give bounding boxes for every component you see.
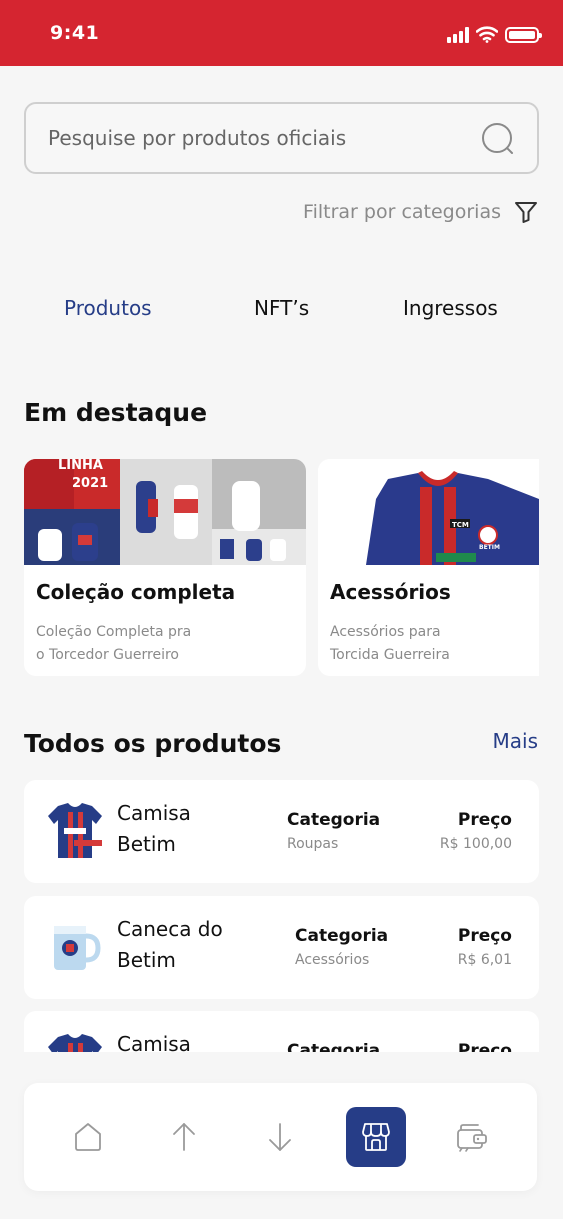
product-list[interactable]: Camisa Betim Categoria Roupas Preço R$ 1… bbox=[0, 780, 563, 1052]
price-value: R$ 6,01 bbox=[457, 952, 512, 968]
featured-card-colecao[interactable]: LINHA 2021 Coleção completa Coleção Comp… bbox=[24, 459, 306, 676]
status-icons bbox=[447, 26, 542, 43]
nav-wallet[interactable] bbox=[442, 1107, 502, 1167]
all-products-title: Todos os produtos bbox=[24, 729, 282, 758]
price-value: R$ 100,00 bbox=[439, 836, 512, 852]
more-link[interactable]: Mais bbox=[493, 729, 539, 753]
search-input[interactable] bbox=[48, 104, 468, 172]
banner-linha-text: LINHA bbox=[58, 459, 103, 473]
featured-card-desc: Coleção Completa pra o Torcedor Guerreir… bbox=[36, 621, 191, 667]
nav-home[interactable] bbox=[58, 1107, 118, 1167]
tab-nfts[interactable]: NFT’s bbox=[254, 296, 309, 320]
nav-send[interactable] bbox=[154, 1107, 214, 1167]
product-name: Caneca do Betim bbox=[117, 914, 267, 976]
product-row[interactable]: Camisa Categoria Preço bbox=[24, 1011, 539, 1052]
nav-receive[interactable] bbox=[250, 1107, 310, 1167]
filter-by-categories[interactable]: Filtrar por categorias bbox=[303, 199, 539, 225]
tab-ingressos[interactable]: Ingressos bbox=[403, 296, 498, 320]
category-header: Categoria bbox=[295, 926, 389, 946]
product-name-line: Caneca do bbox=[117, 917, 223, 941]
product-name: Camisa Betim bbox=[117, 798, 267, 860]
status-time: 9:41 bbox=[50, 22, 100, 44]
mug-thumbnail bbox=[54, 926, 101, 970]
wallet-icon bbox=[457, 1124, 487, 1152]
search-icon[interactable] bbox=[481, 122, 515, 156]
featured-card-desc-line: Acessórios para bbox=[330, 624, 441, 640]
featured-title: Em destaque bbox=[24, 398, 208, 427]
price-header: Preço bbox=[457, 926, 512, 946]
store-icon bbox=[362, 1123, 390, 1151]
banner-year-text: 2021 bbox=[72, 476, 108, 491]
arrow-up-icon bbox=[173, 1123, 195, 1151]
product-name-line: Camisa bbox=[117, 801, 191, 825]
category-value: Roupas bbox=[287, 836, 339, 852]
search-box[interactable] bbox=[24, 102, 539, 174]
product-row[interactable]: Caneca do Betim Categoria Acessórios Pre… bbox=[24, 896, 539, 999]
featured-card-desc: Acessórios para Torcida Guerreira bbox=[330, 621, 450, 667]
wifi-icon bbox=[476, 26, 498, 43]
filter-label: Filtrar por categorias bbox=[303, 201, 501, 223]
product-name-line: Betim bbox=[117, 948, 176, 972]
jersey-thumbnail bbox=[48, 803, 102, 858]
jersey-thumbnail bbox=[48, 1034, 102, 1052]
featured-card-title: Coleção completa bbox=[36, 580, 236, 604]
battery-icon bbox=[505, 26, 542, 43]
price-header: Preço bbox=[457, 1041, 512, 1052]
product-name-line: Betim bbox=[117, 832, 176, 856]
jersey-banner-image: TCM BETIM bbox=[318, 459, 539, 565]
filter-icon[interactable] bbox=[513, 199, 539, 225]
product-name-line: Camisa bbox=[117, 1032, 191, 1052]
tab-produtos[interactable]: Produtos bbox=[64, 296, 152, 320]
category-header: Categoria bbox=[287, 1041, 381, 1052]
bottom-navigation bbox=[24, 1083, 537, 1191]
arrow-down-icon bbox=[269, 1123, 291, 1151]
featured-card-title: Acessórios bbox=[330, 580, 451, 604]
jersey-badge-text: TCM bbox=[452, 521, 469, 529]
product-name: Camisa bbox=[117, 1029, 267, 1052]
category-value: Acessórios bbox=[295, 952, 370, 968]
collection-banner-image: LINHA 2021 bbox=[24, 459, 306, 565]
category-tabs: Produtos NFT’s Ingressos bbox=[24, 296, 539, 332]
featured-card-acessorios[interactable]: TCM BETIM Acessórios Acessórios para Tor… bbox=[318, 459, 539, 676]
status-bar: 9:41 bbox=[0, 0, 563, 66]
cellular-signal-icon bbox=[447, 26, 469, 43]
category-header: Categoria bbox=[287, 810, 381, 830]
featured-card-desc-line: o Torcedor Guerreiro bbox=[36, 647, 179, 663]
featured-card-desc-line: Torcida Guerreira bbox=[330, 647, 450, 663]
home-icon bbox=[75, 1123, 101, 1151]
product-row[interactable]: Camisa Betim Categoria Roupas Preço R$ 1… bbox=[24, 780, 539, 883]
jersey-crest-text: BETIM bbox=[479, 544, 500, 551]
nav-store[interactable] bbox=[346, 1107, 406, 1167]
price-header: Preço bbox=[457, 810, 512, 830]
featured-card-desc-line: Coleção Completa pra bbox=[36, 624, 192, 640]
